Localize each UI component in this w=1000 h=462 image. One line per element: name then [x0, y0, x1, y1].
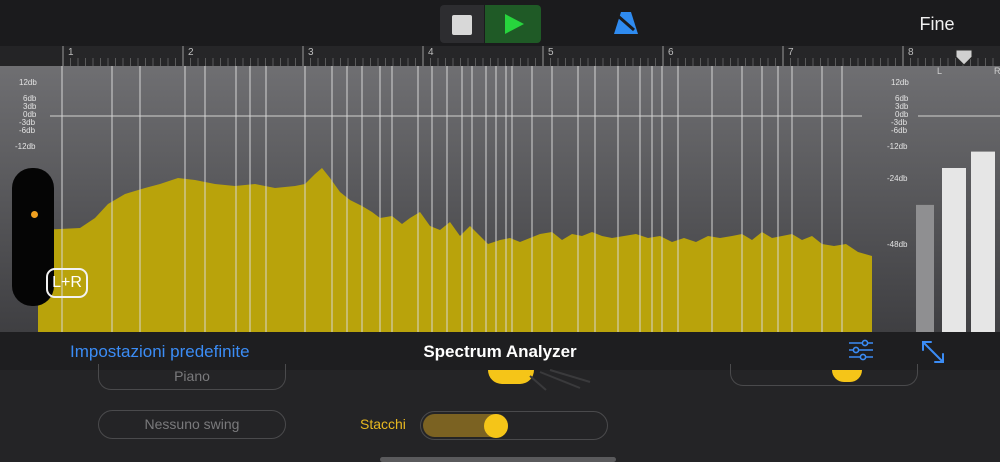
ruler-bar-8: 8	[908, 47, 914, 58]
level-meter-bar	[971, 151, 995, 332]
ruler-bar-4: 4	[428, 47, 434, 58]
knob-ticks	[529, 369, 591, 391]
db-label: -12db	[15, 142, 36, 151]
preset-pill[interactable]: Piano	[98, 364, 286, 390]
stacchi-slider[interactable]	[420, 411, 608, 440]
spectrum-analyzer-panel: 12db 6db 3db 0db -3db -6db -12db 12db 6d…	[0, 66, 1000, 332]
done-button[interactable]: Fine	[902, 14, 972, 35]
right-pill[interactable]	[730, 364, 918, 386]
ruler-bar-1: 1	[68, 47, 74, 58]
swing-pill[interactable]: Nessuno swing	[98, 410, 286, 439]
transport-bar: Fine	[0, 0, 1000, 46]
spectrum-area	[38, 168, 872, 332]
ruler-bar-5: 5	[548, 47, 554, 58]
right-channel-label: R	[994, 66, 1000, 76]
stacchi-slider-knob[interactable]	[484, 414, 508, 438]
db-label: -6db	[19, 126, 36, 135]
db-label: -6db	[891, 126, 908, 135]
playhead-marker[interactable]	[954, 48, 974, 68]
db-label: -48db	[887, 240, 908, 249]
db-label: 12db	[891, 78, 909, 87]
ruler-bar-6: 6	[668, 47, 674, 58]
play-icon	[505, 14, 524, 34]
expand-icon[interactable]	[920, 339, 946, 365]
stop-button[interactable]	[440, 5, 484, 43]
sliders-icon[interactable]	[848, 338, 874, 362]
channel-mode-badge[interactable]: L+R	[46, 268, 88, 298]
stop-icon	[452, 15, 472, 35]
db-label: -24db	[887, 174, 908, 183]
ruler-bar-7: 7	[788, 47, 794, 58]
db-label: -12db	[887, 142, 908, 151]
home-indicator	[380, 457, 616, 462]
channel-indicator-dot	[31, 211, 38, 218]
play-button[interactable]	[485, 5, 541, 43]
level-meter-bar	[942, 168, 966, 332]
stacchi-label: Stacchi	[360, 416, 406, 432]
spectrum-graph	[38, 66, 1000, 332]
ruler-bar-2: 2	[188, 47, 194, 58]
db-label: 12db	[19, 78, 37, 87]
timeline-ruler[interactable]: 1 2 3 4 5 6 7 8	[62, 46, 1000, 66]
metronome-icon[interactable]	[612, 10, 640, 36]
presets-button[interactable]: Impostazioni predefinite	[70, 342, 250, 362]
left-channel-label: L	[937, 66, 943, 76]
ruler-ticks	[62, 46, 994, 66]
level-meter-bar	[916, 204, 934, 332]
ruler-bar-3: 3	[308, 47, 314, 58]
